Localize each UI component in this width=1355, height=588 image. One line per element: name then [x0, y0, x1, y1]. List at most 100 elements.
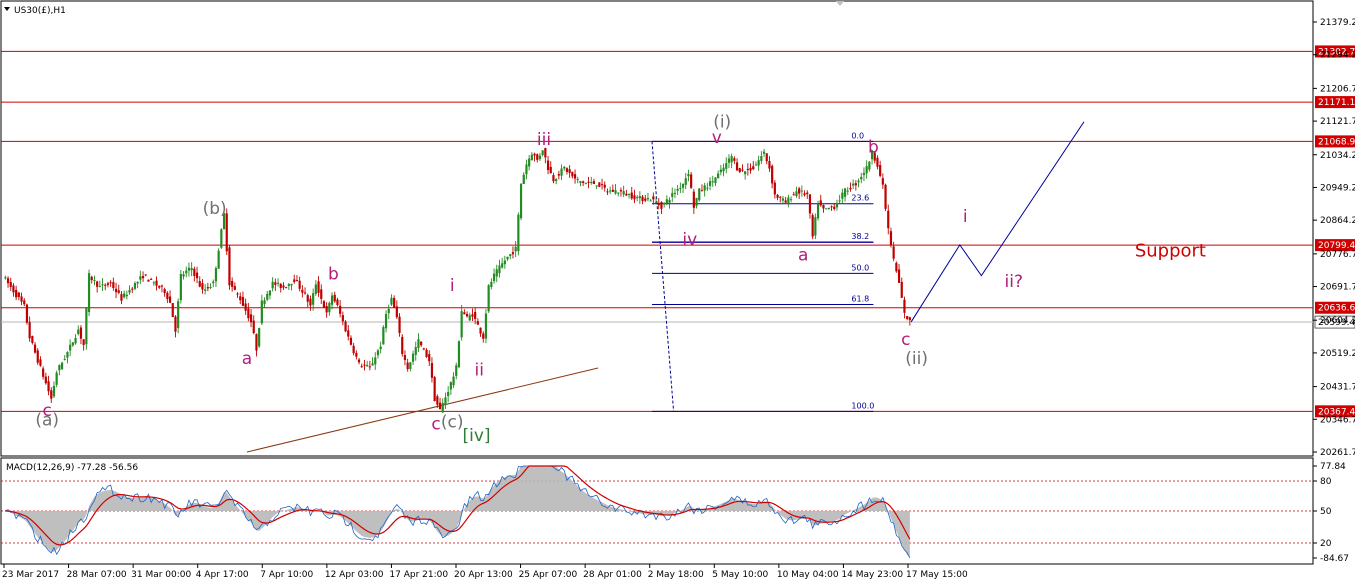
candle-body	[511, 252, 515, 255]
candle-body	[503, 260, 506, 265]
candle-body	[147, 279, 150, 282]
candle-body	[773, 182, 776, 195]
candle-body	[330, 295, 334, 305]
candle-body	[387, 308, 390, 314]
candle-body	[212, 281, 215, 284]
candle-body	[44, 376, 47, 384]
candle-body	[563, 166, 566, 169]
candle-body	[301, 289, 304, 293]
y-tick-label: 20431.7	[1320, 383, 1355, 393]
candle-body	[433, 377, 436, 402]
wave-label-green: [iv]	[462, 426, 490, 446]
candle-body	[695, 197, 698, 206]
candle-body	[349, 337, 353, 345]
candle-body	[614, 190, 617, 194]
candle-body	[263, 300, 266, 305]
candle-body	[892, 246, 895, 259]
candle-body	[298, 280, 301, 289]
fib-level-label: 38.2	[851, 232, 869, 241]
fib-level-label: 61.8	[851, 295, 869, 304]
candle-body	[738, 168, 741, 172]
wave-label-magenta: iii	[537, 130, 551, 150]
wave-label-gray: (a)	[35, 411, 59, 431]
candle-body	[706, 187, 709, 189]
candle-body	[897, 269, 901, 283]
candle-body	[822, 205, 825, 209]
candle-body	[541, 150, 544, 156]
wave-label-gray: (i)	[713, 113, 731, 133]
candle-body	[344, 321, 347, 332]
candle-body	[711, 181, 714, 183]
candle-body	[430, 362, 434, 378]
candle-body	[546, 160, 550, 171]
candle-body	[357, 359, 361, 363]
candle-body	[903, 299, 906, 313]
price-chart[interactable]: 21302.721171.121068.920799.420636.620367…	[0, 0, 1355, 584]
candle-body	[598, 182, 601, 187]
y-tick-label: 21034.2	[1320, 151, 1355, 161]
candle-body	[792, 194, 795, 196]
candle-body	[182, 274, 185, 277]
candle-body	[908, 317, 911, 321]
candle-body	[708, 181, 712, 186]
candle-body	[55, 372, 58, 385]
candle-body	[595, 185, 598, 187]
candle-body	[657, 202, 660, 206]
candle-body	[717, 173, 720, 179]
x-tick-label: 25 Apr 07:00	[519, 570, 578, 580]
chart-root[interactable]: 21302.7 21171.1 21068.9 20799.4 20636.6 20367…	[0, 0, 1355, 584]
candle-body	[398, 316, 401, 333]
candle-body	[803, 193, 806, 196]
candle-body	[71, 342, 74, 346]
candle-body	[592, 181, 596, 184]
candle-body	[417, 339, 420, 349]
candle-body	[193, 268, 196, 276]
candle-body	[889, 231, 893, 246]
candle-body	[636, 197, 639, 199]
candle-body	[104, 284, 107, 286]
candle-body	[422, 348, 425, 350]
candle-body	[765, 153, 768, 162]
candle-body	[220, 229, 223, 248]
candle-body	[9, 281, 12, 287]
candle-body	[560, 168, 563, 176]
candle-body	[660, 202, 663, 209]
candle-body	[487, 285, 490, 312]
candle-body	[490, 281, 493, 287]
candle-body	[185, 270, 188, 274]
candle-body	[411, 353, 415, 362]
candle-body	[428, 354, 431, 362]
candle-body	[255, 334, 258, 351]
candle-body	[876, 157, 879, 167]
candle-body	[609, 190, 612, 192]
candle-body	[854, 183, 857, 186]
candle-body	[476, 321, 479, 325]
candle-body	[306, 295, 309, 302]
candle-body	[671, 193, 674, 197]
candle-body	[239, 296, 242, 301]
candle-body	[39, 359, 42, 366]
candle-body	[525, 164, 528, 175]
candle-body	[576, 178, 579, 180]
candle-body	[69, 344, 72, 351]
candle-body	[125, 294, 128, 297]
candle-body	[843, 188, 847, 197]
fib-level-label: 0.0	[851, 131, 864, 140]
candle-body	[23, 300, 26, 305]
candle-body	[579, 181, 582, 184]
candle-body	[749, 167, 752, 171]
candle-body	[401, 336, 404, 354]
candle-body	[79, 327, 83, 339]
candle-body	[714, 177, 717, 184]
candle-body	[333, 294, 336, 302]
candle-body	[619, 190, 623, 192]
candle-body	[295, 280, 299, 282]
candle-body	[85, 308, 88, 345]
candle-body	[206, 287, 209, 289]
candle-body	[217, 250, 220, 269]
candle-body	[665, 199, 668, 204]
candle-body	[784, 200, 787, 203]
candle-body	[42, 368, 45, 377]
candle-body	[87, 273, 91, 312]
candle-body	[15, 289, 18, 298]
